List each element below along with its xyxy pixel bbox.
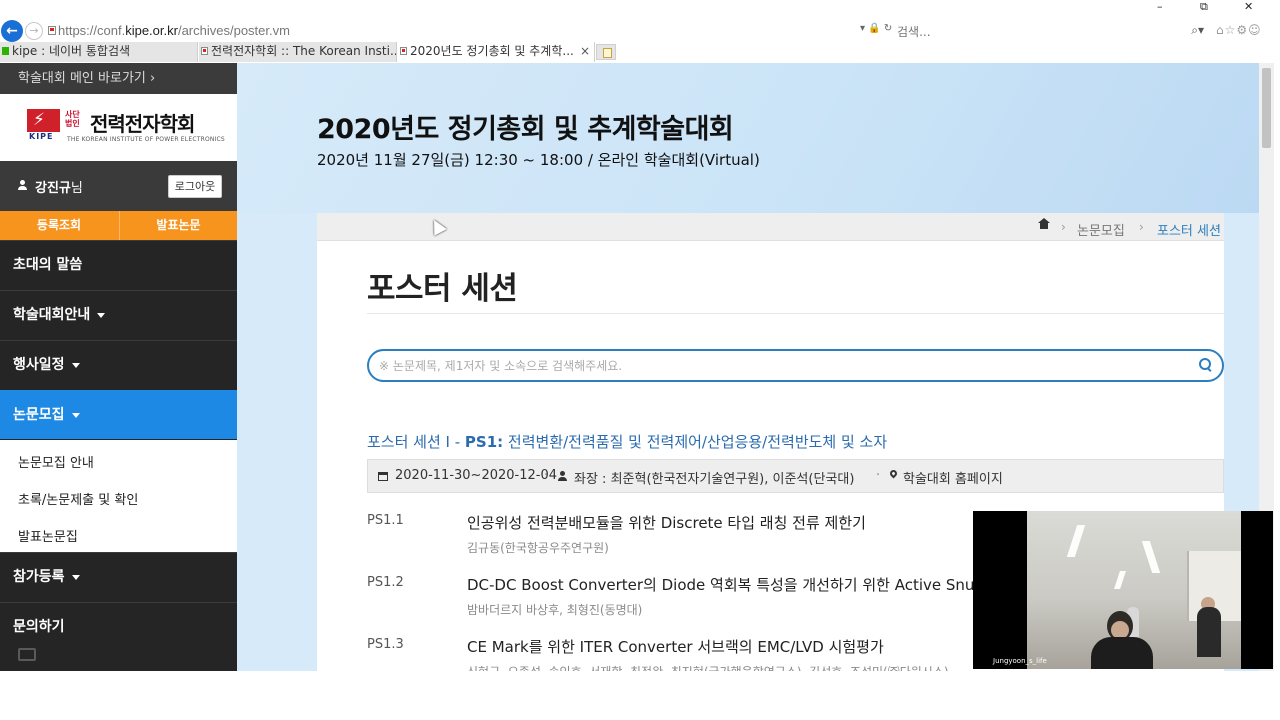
breadcrumb-item-poster[interactable]: 포스터 세션 bbox=[1157, 220, 1221, 239]
paper-code: PS1.2 bbox=[367, 575, 404, 590]
call-for-papers-submenu: 논문모집 안내 초록/논문제출 및 확인 발표논문집 bbox=[0, 440, 237, 552]
logo-small-text: 사단 법인 bbox=[65, 110, 80, 128]
paper-search-input[interactable] bbox=[379, 355, 1179, 377]
minimize-icon[interactable]: – bbox=[1157, 0, 1163, 13]
meta-separator: · bbox=[544, 468, 549, 483]
calendar-icon bbox=[378, 472, 388, 481]
session-venue[interactable]: 학술대회 홈페이지 bbox=[903, 468, 1003, 487]
address-tools[interactable]: ▾ 🔒 ↻ bbox=[860, 23, 892, 34]
kipe-logo[interactable]: ⚡ KIPE 사단 법인 전력전자학회 THE KOREAN INSTITUTE … bbox=[0, 94, 237, 161]
session-chairs: 좌장 : 최준혁(한국전자기술연구원), 이준석(단국대) bbox=[574, 472, 855, 487]
video-feed bbox=[1027, 511, 1241, 669]
breadcrumb-item-papers[interactable]: 논문모집 bbox=[1077, 220, 1125, 239]
url-prefix: https://conf. bbox=[58, 23, 126, 38]
url-field[interactable]: https://conf.kipe.or.kr/archives/poster.… bbox=[58, 23, 290, 38]
nav-schedule[interactable]: 행사일정 bbox=[0, 340, 237, 389]
user-name: 강진규님 bbox=[35, 181, 83, 196]
naver-favicon-icon bbox=[2, 47, 9, 55]
submenu-item-submission[interactable]: 초록/논문제출 및 확인 bbox=[18, 489, 138, 508]
kipe-favicon-icon bbox=[400, 47, 407, 55]
home-icon[interactable] bbox=[1038, 218, 1050, 231]
paper-title[interactable]: CE Mark를 위한 ITER Converter 서브랙의 EMC/LVD … bbox=[467, 636, 884, 657]
logo-name: 전력전자학회 bbox=[90, 112, 195, 136]
paper-authors: 신현구, 오종석, 송인호, 서재학, 최정완, 최지현(국가핵융합연구소), … bbox=[467, 663, 949, 671]
person-icon bbox=[558, 471, 567, 481]
paper-authors: 김규동(한국항공우주연구원) bbox=[467, 541, 609, 555]
new-tab-button[interactable] bbox=[596, 44, 616, 60]
address-bar: ← → https://conf.kipe.or.kr/archives/pos… bbox=[0, 20, 1280, 42]
paper-title[interactable]: 인공위성 전력분배모듈을 위한 Discrete 타입 래칭 전류 제한기 bbox=[467, 512, 866, 533]
tab-bar: kipe : 네이버 통합검색 전력전자학회 :: The Korean Ins… bbox=[0, 42, 1280, 62]
forward-arrow-icon[interactable]: → bbox=[25, 22, 43, 40]
nav-call-for-papers[interactable]: 논문모집 bbox=[0, 390, 237, 439]
session-title[interactable]: 포스터 세션 Ⅰ - PS1: 전력변환/전력품질 및 전력제어/산업응용/전력… bbox=[367, 431, 887, 452]
video-participant-name: Jungyoon_s_life bbox=[993, 657, 1047, 665]
tab-label: 전력전자학회 :: The Korean Insti... bbox=[211, 44, 397, 58]
chat-icon[interactable] bbox=[18, 648, 36, 661]
conference-title: 2020년도 정기총회 및 추계학술대회 bbox=[317, 114, 734, 145]
restore-icon[interactable]: ⧉ bbox=[1200, 0, 1208, 14]
title-divider bbox=[367, 313, 1224, 314]
scrollbar-thumb[interactable] bbox=[1262, 68, 1271, 148]
user-panel: 강진규님 로그아웃 bbox=[0, 161, 237, 211]
video-call-thumbnail[interactable]: Jungyoon_s_life bbox=[973, 511, 1273, 669]
nav-contact[interactable]: 문의하기 bbox=[0, 602, 237, 651]
quick-links: 등록조회 발표논문 bbox=[0, 211, 237, 240]
session-dates: 2020-11-30~2020-12-04 bbox=[395, 468, 557, 483]
url-path: /archives/poster.vm bbox=[177, 23, 290, 38]
nav-registration[interactable]: 참가등록 bbox=[0, 552, 237, 601]
paper-code: PS1.3 bbox=[367, 637, 404, 652]
tab-label: kipe : 네이버 통합검색 bbox=[12, 44, 131, 58]
submenu-item-proceedings[interactable]: 발표논문집 bbox=[18, 526, 78, 545]
caret-down-icon bbox=[71, 412, 80, 418]
paper-search-box[interactable] bbox=[367, 349, 1224, 382]
kipe-favicon-icon bbox=[201, 47, 208, 55]
site-favicon-icon bbox=[48, 26, 56, 35]
location-pin-icon bbox=[888, 468, 899, 479]
session-meta: 2020-11-30~2020-12-04 · 좌장 : 최준혁(한국전자기술연… bbox=[367, 459, 1224, 493]
caret-down-icon bbox=[71, 362, 80, 368]
back-arrow-icon[interactable]: ← bbox=[1, 20, 23, 42]
conference-subtitle: 2020년 11월 27일(금) 12:30 ~ 18:00 / 온라인 학술대… bbox=[317, 151, 760, 169]
caret-down-icon bbox=[97, 312, 106, 318]
toolbar-icons[interactable]: ⌂☆⚙☺ bbox=[1216, 23, 1262, 37]
paper-title[interactable]: DC-DC Boost Converter의 Diode 역회복 특성을 개선하… bbox=[467, 574, 1009, 595]
submenu-item-guide[interactable]: 논문모집 안내 bbox=[18, 452, 94, 471]
conference-main-link[interactable]: 학술대회 메인 바로가기 › bbox=[0, 63, 237, 94]
meta-separator: · bbox=[876, 468, 881, 483]
presentations-button[interactable]: 발표논문 bbox=[119, 211, 237, 240]
logout-button[interactable]: 로그아웃 bbox=[168, 175, 222, 198]
logo-english: THE KOREAN INSTITUTE OF POWER ELECTRONIC… bbox=[67, 136, 225, 143]
tab-close-icon[interactable]: × bbox=[580, 42, 590, 61]
breadcrumb: › 논문모집 › 포스터 세션 bbox=[317, 213, 1224, 241]
tab-conference[interactable]: 2020년도 정기총회 및 추계학... × bbox=[398, 42, 595, 62]
logo-kipe-text: KIPE bbox=[29, 132, 54, 141]
close-window-icon[interactable]: ✕ bbox=[1244, 0, 1253, 13]
search-icon[interactable] bbox=[1199, 358, 1212, 371]
search-icon[interactable]: ⌕▾ bbox=[1191, 23, 1204, 38]
registration-check-button[interactable]: 등록조회 bbox=[0, 211, 118, 240]
nav-conference-info[interactable]: 학술대회안내 bbox=[0, 290, 237, 339]
user-icon bbox=[18, 180, 27, 190]
breadcrumb-separator: › bbox=[1061, 220, 1066, 234]
caret-down-icon bbox=[71, 574, 80, 580]
breadcrumb-separator: › bbox=[1139, 220, 1144, 234]
hero-banner: 2020년도 정기총회 및 추계학술대회 2020년 11월 27일(금) 12… bbox=[237, 63, 1259, 213]
url-domain: kipe.or.kr bbox=[125, 23, 178, 38]
browser-search-input[interactable] bbox=[892, 22, 1172, 42]
tab-label: 2020년도 정기총회 및 추계학... bbox=[410, 44, 574, 58]
paper-code: PS1.1 bbox=[367, 513, 404, 528]
sidebar: 학술대회 메인 바로가기 › ⚡ KIPE 사단 법인 전력전자학회 THE KO… bbox=[0, 63, 237, 671]
paper-authors: 밤바더르지 바상후, 최형진(동명대) bbox=[467, 603, 643, 617]
kipe-logo-icon: ⚡ KIPE bbox=[27, 109, 60, 141]
tab-kipe-home[interactable]: 전력전자학회 :: The Korean Insti... bbox=[199, 42, 397, 62]
browser-window: – ⧉ ✕ ← → https://conf.kipe.or.kr/archiv… bbox=[0, 0, 1280, 720]
browser-search-box[interactable]: ⌕▾ bbox=[892, 21, 1212, 42]
nav-welcome[interactable]: 초대의 말씀 bbox=[0, 240, 237, 289]
page-title: 포스터 세션 bbox=[367, 271, 518, 307]
tab-naver-search[interactable]: kipe : 네이버 통합검색 bbox=[0, 42, 198, 62]
